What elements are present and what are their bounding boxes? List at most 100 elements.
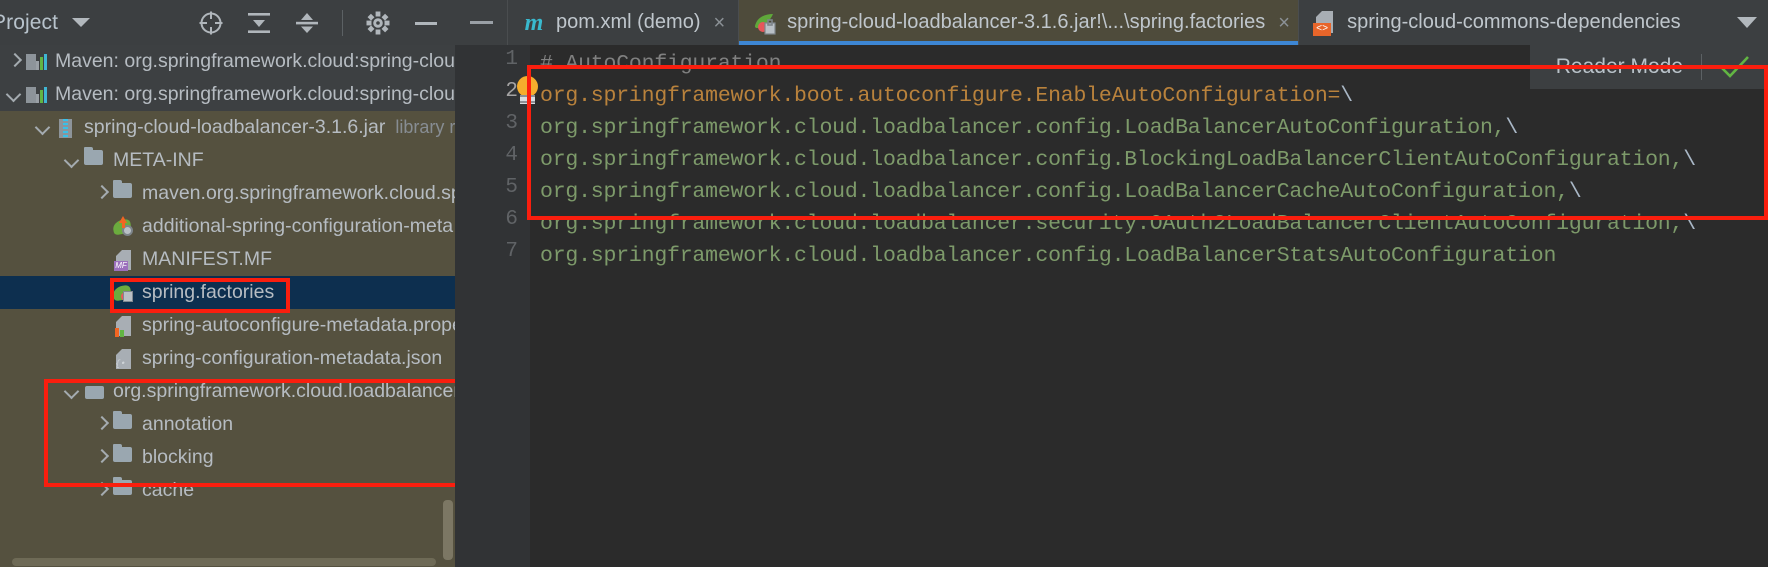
tree-node[interactable]: spring-autoconfigure-metadata.prope [0,309,455,342]
project-toolbar-title[interactable]: Project [0,11,58,35]
expand-all-icon[interactable] [246,10,272,36]
tree-node[interactable]: spring.factories [0,276,455,309]
tree-node[interactable]: blocking [0,441,455,474]
tree-node[interactable]: org.springframework.cloud.loadbalancer [0,375,455,408]
tree-node-suffix: library ro [395,117,455,137]
tree-toggle-down-icon[interactable] [33,117,55,139]
editor-code-area[interactable]: # AutoConfiguration org.springframework.b… [530,45,1768,567]
code-token: \ [1505,116,1519,140]
editor-tab-pom-xml[interactable]: m pom.xml (demo) × [507,0,738,45]
xml-file-icon: <> [1312,10,1338,36]
tab-list-dropdown[interactable] [1726,0,1768,45]
line-number: 5 [505,176,518,199]
code-line[interactable]: org.springframework.cloud.loadbalancer.c… [540,176,1582,208]
tree-toggle-right-icon[interactable] [91,447,113,469]
tree-toggle-right-icon[interactable] [91,480,113,502]
tree-node-label: spring-autoconfigure-metadata.prope [142,314,455,336]
tree-toggle-right-icon[interactable] [91,183,113,205]
tree-node[interactable]: Maven: org.springframework.cloud:spring-… [0,78,455,111]
code-line[interactable]: org.springframework.cloud.loadbalancer.c… [540,112,1518,144]
tree-hscroll-thumb[interactable] [12,558,436,566]
tree-node[interactable]: META-INF [0,144,455,177]
collapse-all-icon[interactable] [294,10,320,36]
tree-toggle-down-icon[interactable] [62,150,84,172]
code-token: org.springframework.cloud.loadbalancer.c… [540,180,1569,204]
tree-toggle-right-icon[interactable] [91,414,113,436]
folder-icon [113,476,135,502]
tree-node-label: Maven: org.springframework.cloud:spring-… [55,50,455,72]
tree-node-label: spring-configuration-metadata.json [142,347,443,369]
close-icon[interactable]: × [1278,13,1290,33]
green-checkmark-icon[interactable] [1720,55,1750,79]
project-toolbar-icons [198,9,455,36]
code-token: org.springframework.cloud.loadbalancer.c… [540,244,1557,268]
tree-no-toggle [91,249,113,271]
spring-factories-icon [752,10,778,36]
close-icon[interactable]: × [713,13,725,33]
locate-target-icon[interactable] [198,10,224,36]
code-token: # AutoConfiguration [540,52,782,76]
tree-node-label: org.springframework.cloud.loadbalancer [113,380,455,402]
tree-node[interactable]: cache [0,474,455,507]
reader-mode-separator [1701,54,1702,80]
tree-node[interactable]: MF MANIFEST.MF [0,243,455,276]
spring-factories-icon [111,282,135,304]
code-line[interactable]: org.springframework.cloud.loadbalancer.c… [540,240,1556,272]
line-number: 1 [505,48,518,71]
folder-icon [113,443,135,469]
editor-tab-spring-factories[interactable]: spring-cloud-loadbalancer-3.1.6.jar!\...… [738,0,1299,45]
project-tree[interactable]: Maven: org.springframework.cloud:spring-… [0,45,455,567]
editor-tab-bar: m pom.xml (demo) × spring-cloud-loadbala… [455,0,1768,45]
hide-panel-icon[interactable] [413,10,439,36]
code-token: org.springframework.cloud.loadbalancer.c… [540,148,1684,172]
code-line[interactable]: org.springframework.cloud.loadbalancer.s… [540,208,1696,240]
tree-node[interactable]: additional-spring-configuration-meta [0,210,455,243]
tree-toggle-right-icon[interactable] [4,51,26,73]
spring-config-metadata-icon [111,215,135,238]
tree-node[interactable]: {• spring-configuration-metadata.json [0,342,455,375]
tree-node[interactable]: annotation [0,408,455,441]
tree-no-toggle [91,348,113,370]
tree-toggle-down-icon[interactable] [4,84,26,106]
tree-node[interactable]: Maven: org.springframework.cloud:spring-… [0,45,455,78]
lightbulb-icon[interactable] [514,76,541,106]
tree-no-toggle [91,216,113,238]
tree-vscroll-thumb[interactable] [443,500,453,560]
project-view-dropdown-icon[interactable] [72,18,91,27]
line-number: 6 [505,208,518,231]
toolbar-separator [342,9,343,36]
code-line[interactable]: org.springframework.cloud.loadbalancer.c… [540,144,1696,176]
hide-editor-icon[interactable] [455,0,507,45]
settings-gear-icon[interactable] [365,10,391,36]
code-token: org.springframework.boot.autoconfigure.E… [540,84,1341,108]
code-token: \ [1683,212,1696,236]
tree-node-label: additional-spring-configuration-meta [142,215,454,237]
code-token: org.springframework.cloud.loadbalancer.s… [540,212,1684,236]
code-line[interactable]: org.springframework.boot.autoconfigure.E… [540,80,1353,112]
editor-tab-spring-cloud-commons-dependencies[interactable]: <> spring-cloud-commons-dependencies [1298,0,1694,45]
tree-node-label: maven.org.springframework.cloud.spr [142,182,455,204]
tree-node[interactable]: spring-cloud-loadbalancer-3.1.6.jar libra… [0,111,455,144]
reader-mode-indicator[interactable]: Reader Mode [1529,45,1768,89]
code-line[interactable]: # AutoConfiguration [540,48,782,80]
tree-no-toggle [91,282,113,304]
tree-horizontal-scrollbar[interactable] [0,556,440,567]
editor-gutter[interactable]: 1234567 [455,45,530,567]
folder-icon [84,146,106,172]
maven-icon [26,51,48,73]
tree-node-label: blocking [142,446,214,468]
package-icon [84,381,106,403]
folder-icon [113,179,135,205]
folder-icon [113,410,135,436]
project-tool-window: Project [0,0,455,567]
tree-toggle-down-icon[interactable] [62,381,84,403]
tree-no-toggle [91,315,113,337]
tree-node[interactable]: maven.org.springframework.cloud.spr [0,177,455,210]
code-token: \ [1683,148,1696,172]
